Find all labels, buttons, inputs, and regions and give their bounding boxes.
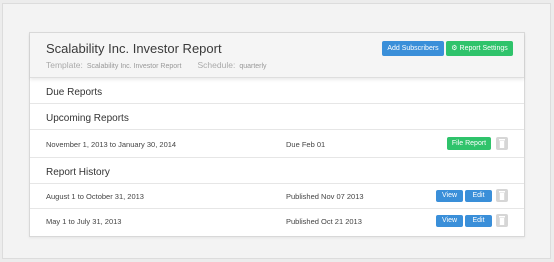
edit-button[interactable]: Edit <box>465 190 492 202</box>
report-status: Due Feb 01 <box>286 140 326 149</box>
divider <box>30 129 524 130</box>
edit-label: Edit <box>472 192 485 199</box>
edit-button[interactable]: Edit <box>465 215 492 227</box>
delete-button[interactable] <box>496 214 508 227</box>
due-reports-heading: Due Reports <box>46 87 103 98</box>
report-header: Scalability Inc. Investor Report Templat… <box>30 33 524 78</box>
gear-icon: ⚙ <box>451 45 458 52</box>
trash-icon <box>499 139 505 148</box>
divider <box>30 208 524 209</box>
upcoming-reports-heading: Upcoming Reports <box>46 113 129 124</box>
trash-icon <box>499 191 505 200</box>
trash-icon <box>499 216 505 225</box>
template-value: Scalability Inc. Investor Report <box>86 63 182 70</box>
report-period: May 1 to July 31, 2013 <box>46 217 122 226</box>
report-meta: Template: Scalability Inc. Investor Repor… <box>46 60 267 70</box>
report-status: Published Oct 21 2013 <box>286 217 362 226</box>
report-card: Scalability Inc. Investor Report Templat… <box>29 32 525 237</box>
view-button[interactable]: View <box>436 190 463 202</box>
view-label: View <box>441 217 458 224</box>
report-settings-label: Report Settings <box>459 45 508 52</box>
file-report-button[interactable]: File Report <box>447 137 491 150</box>
divider <box>30 103 524 104</box>
report-settings-button[interactable]: ⚙ Report Settings <box>446 41 513 56</box>
template-label: Template: <box>46 60 83 70</box>
view-button[interactable]: View <box>436 215 463 227</box>
schedule-value: quarterly <box>239 63 267 70</box>
divider <box>30 157 524 158</box>
page-title: Scalability Inc. Investor Report <box>46 41 222 56</box>
report-period: August 1 to October 31, 2013 <box>46 192 144 201</box>
add-subscribers-label: Add Subscribers <box>387 45 439 52</box>
delete-button[interactable] <box>496 189 508 202</box>
schedule-label: Schedule: <box>197 60 236 70</box>
delete-button[interactable] <box>496 137 508 150</box>
page-frame: Scalability Inc. Investor Report Templat… <box>2 3 551 259</box>
view-label: View <box>441 192 458 199</box>
report-history-heading: Report History <box>46 167 110 178</box>
add-subscribers-button[interactable]: Add Subscribers <box>382 41 444 56</box>
file-report-label: File Report <box>451 140 487 147</box>
report-period: November 1, 2013 to January 30, 2014 <box>46 140 177 149</box>
report-status: Published Nov 07 2013 <box>286 192 364 201</box>
divider <box>30 183 524 184</box>
edit-label: Edit <box>472 217 485 224</box>
